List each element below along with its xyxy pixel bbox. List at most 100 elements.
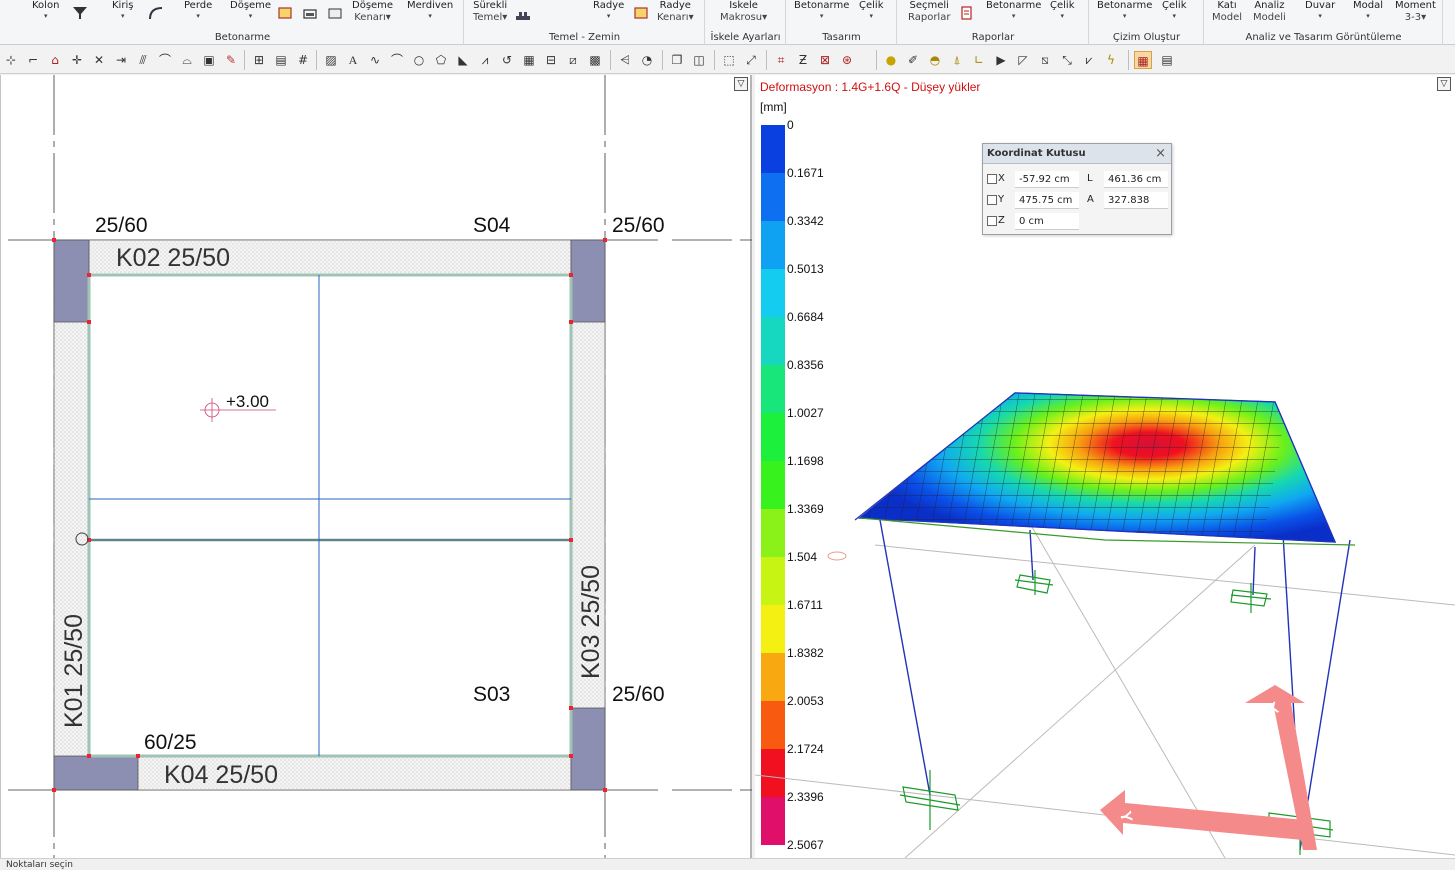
- doseme-button[interactable]: Döşeme ▾: [230, 0, 271, 20]
- z-icon[interactable]: Ƶ: [794, 51, 812, 69]
- curved-beam-icon[interactable]: [148, 5, 164, 21]
- line-tool-icon[interactable]: ⊹: [2, 51, 20, 69]
- image-icon[interactable]: ▨: [322, 51, 340, 69]
- extend-tool-icon[interactable]: ⇥: [112, 51, 130, 69]
- check-icon[interactable]: ⊛: [838, 51, 856, 69]
- corner-icon[interactable]: ◸: [1014, 51, 1032, 69]
- cizim-celik-button[interactable]: Çelik ▾: [1162, 0, 1186, 20]
- grid-icon[interactable]: #: [294, 51, 312, 69]
- close-icon[interactable]: ×: [1155, 144, 1166, 164]
- window-icon[interactable]: ◫: [690, 51, 708, 69]
- cross-tool-icon[interactable]: ✛: [68, 51, 86, 69]
- surekli-temel-button[interactable]: Sürekli Temel▾: [473, 0, 507, 24]
- y-checkbox[interactable]: [987, 195, 997, 205]
- box-tool-icon[interactable]: ▣: [200, 51, 218, 69]
- z-checkbox[interactable]: [987, 216, 997, 226]
- table-view-icon[interactable]: ▤: [1158, 51, 1176, 69]
- x-checkbox[interactable]: [987, 174, 997, 184]
- hatch-icon[interactable]: ◣: [454, 51, 472, 69]
- measure-icon[interactable]: ⊟: [542, 51, 560, 69]
- kolon-button[interactable]: Kolon ▾: [32, 0, 59, 20]
- z-coordinate-field[interactable]: 0 cm: [1015, 213, 1079, 230]
- raporlar-celik-button[interactable]: Çelik ▾: [1050, 0, 1074, 20]
- chart-icon[interactable]: ⩗: [1080, 51, 1098, 69]
- filter-icon[interactable]: ▽: [734, 77, 748, 91]
- circle-icon[interactable]: ○: [410, 51, 428, 69]
- kiris-button[interactable]: Kiriş ▾: [112, 0, 133, 20]
- raft-icon[interactable]: [633, 5, 649, 21]
- angle-icon[interactable]: ∟: [970, 51, 988, 69]
- length-field[interactable]: 461.36 cm: [1104, 171, 1168, 188]
- pin-icon[interactable]: ⍋: [948, 51, 966, 69]
- lightning-icon[interactable]: ϟ: [1102, 51, 1120, 69]
- move-icon[interactable]: ⤢: [742, 51, 760, 69]
- arch-tool-icon[interactable]: ⌂: [46, 51, 64, 69]
- column-top-left[interactable]: [53, 239, 90, 323]
- doseme-kenari-button[interactable]: Döşeme Kenarı▾: [352, 0, 393, 24]
- layer-icon[interactable]: ⩤: [616, 51, 634, 69]
- table-icon[interactable]: ▦: [520, 51, 538, 69]
- slab-grid-icon[interactable]: [327, 5, 343, 21]
- slab-icon[interactable]: [277, 5, 293, 21]
- y-coordinate-field[interactable]: 475.75 cm: [1015, 192, 1079, 209]
- label-icon[interactable]: ⊠: [816, 51, 834, 69]
- wave-icon[interactable]: ∿: [366, 51, 384, 69]
- rotate-icon[interactable]: ↺: [498, 51, 516, 69]
- foundation-icon[interactable]: [515, 8, 531, 24]
- select-icon[interactable]: ⬚: [720, 51, 738, 69]
- angle-field[interactable]: 327.838: [1104, 192, 1168, 209]
- text-icon[interactable]: A: [344, 51, 362, 69]
- secmeli-raporlar-button[interactable]: Seçmeli Raporlar: [908, 0, 950, 24]
- scale-icon[interactable]: ⧄: [564, 51, 582, 69]
- arc-icon[interactable]: ⌒: [388, 51, 406, 69]
- brush-tool-icon[interactable]: ✎: [222, 51, 240, 69]
- iskele-makrosu-button[interactable]: İskele Makrosu▾: [720, 0, 767, 24]
- curve-tool-icon[interactable]: ⌒: [156, 51, 174, 69]
- plan-drawing[interactable]: +3.00 25/60 S04 25/60 K02 25/50 S03 25/6…: [0, 75, 752, 858]
- column-top-right[interactable]: [570, 239, 606, 323]
- filter-icon[interactable]: ▽: [1437, 77, 1451, 91]
- duvar-button[interactable]: Duvar ▾: [1305, 0, 1335, 20]
- diagonal-icon[interactable]: ⧅: [1036, 51, 1054, 69]
- polygon-icon[interactable]: ⬠: [432, 51, 450, 69]
- moment-button[interactable]: Moment 3-3▾: [1395, 0, 1436, 24]
- tasarim-celik-button[interactable]: Çelik ▾: [859, 0, 883, 20]
- zigzag-icon[interactable]: ⩘: [476, 51, 494, 69]
- color-icon[interactable]: ●: [882, 51, 900, 69]
- elevation-label: +3.00: [226, 392, 269, 411]
- perde-button[interactable]: Perde ▾: [184, 0, 212, 20]
- deformation-view-icon[interactable]: ▦: [1134, 51, 1152, 69]
- analiz-modeli-button[interactable]: Analiz Modeli: [1253, 0, 1286, 24]
- kati-model-button[interactable]: Katı Model: [1212, 0, 1242, 24]
- radye-button[interactable]: Radye ▾: [593, 0, 624, 20]
- raporlar-betonarme-button[interactable]: Betonarme ▾: [986, 0, 1041, 20]
- column-bottom-left[interactable]: [53, 755, 139, 791]
- dimension-tool-icon[interactable]: ⊞: [250, 51, 268, 69]
- trim-icon[interactable]: ⤡: [1058, 51, 1076, 69]
- modal-button[interactable]: Modal ▾: [1353, 0, 1383, 20]
- merdiven-button[interactable]: Merdiven ▾: [407, 0, 453, 20]
- offset-tool-icon[interactable]: ⫻: [134, 51, 152, 69]
- xy-icon[interactable]: ⌗: [772, 51, 790, 69]
- plan-view[interactable]: +3.00 25/60 S04 25/60 K02 25/50 S03 25/6…: [0, 75, 752, 858]
- fillet-tool-icon[interactable]: ⌓: [178, 51, 196, 69]
- intersect-tool-icon[interactable]: ✕: [90, 51, 108, 69]
- x-coordinate-field[interactable]: -57.92 cm: [1015, 171, 1079, 188]
- slab-edge-icon[interactable]: [302, 5, 318, 21]
- coordinate-box-panel[interactable]: Koordinat Kutusu × X -57.92 cm L 461.36 …: [982, 143, 1172, 235]
- play-icon[interactable]: ▶: [992, 51, 1010, 69]
- calculator-icon[interactable]: ▤: [272, 51, 290, 69]
- funnel-icon[interactable]: [72, 5, 88, 21]
- pen-icon[interactable]: ✐: [904, 51, 922, 69]
- beam-k03[interactable]: [570, 239, 606, 791]
- column-bottom-right[interactable]: [570, 707, 606, 791]
- counter-icon[interactable]: ▩: [586, 51, 604, 69]
- eye-icon[interactable]: ◔: [638, 51, 656, 69]
- polyline-tool-icon[interactable]: ⌐: [24, 51, 42, 69]
- report-icon[interactable]: [958, 5, 974, 21]
- protractor-icon[interactable]: ◓: [926, 51, 944, 69]
- radye-kenari-button[interactable]: Radye Kenarı▾: [657, 0, 694, 24]
- copy-icon[interactable]: ❐: [668, 51, 686, 69]
- tasarim-betonarme-button[interactable]: Betonarme ▾: [794, 0, 849, 20]
- cizim-betonarme-button[interactable]: Betonarme ▾: [1097, 0, 1152, 20]
